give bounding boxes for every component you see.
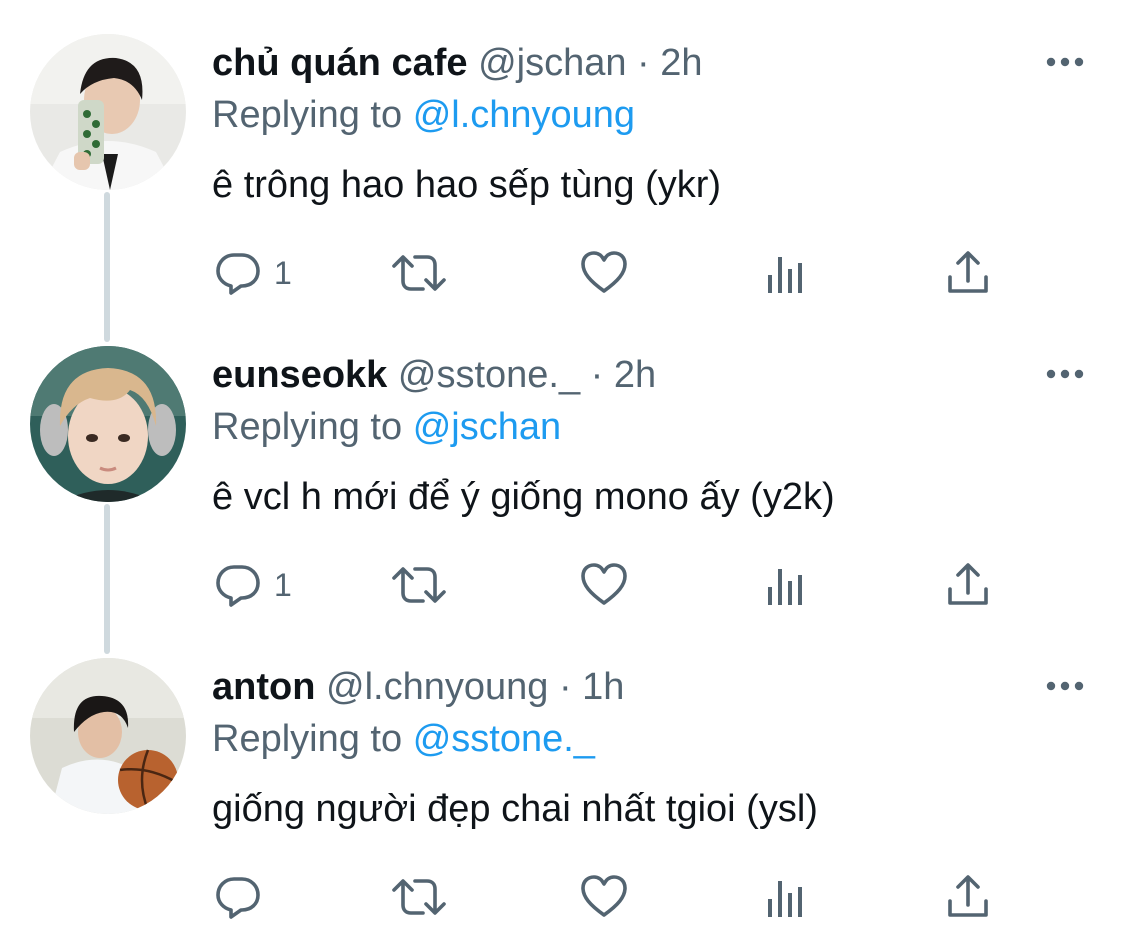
reply-bubble-icon [216, 253, 260, 295]
replying-to-label: Replying to [212, 94, 403, 136]
retweet-icon [392, 567, 446, 603]
retweet-icon [392, 879, 446, 915]
retweet-icon [392, 255, 446, 291]
replying-to-line: Replying to @sstone._ [212, 716, 595, 762]
like-button[interactable] [580, 872, 628, 922]
tweet-text: giống người đẹp chai nhất tgioi (ysl) [212, 788, 818, 830]
replying-to-label: Replying to [212, 718, 403, 760]
tweet-header: eunseokk @sstone._ · 2h [212, 352, 656, 398]
heart-icon [581, 875, 627, 917]
more-horizontal-icon [1046, 681, 1084, 691]
like-button[interactable] [580, 248, 628, 298]
tweet[interactable]: anton @l.chnyoung · 1h Replying to @ssto… [0, 624, 1125, 936]
more-options-button[interactable] [1043, 50, 1087, 74]
views-button[interactable] [764, 872, 808, 922]
more-options-button[interactable] [1043, 362, 1087, 386]
tweet-text: ê trông hao hao sếp tùng (ykr) [212, 164, 722, 206]
tweet-actions: 1 [212, 248, 1012, 298]
share-button[interactable] [944, 872, 992, 922]
share-upload-icon [948, 563, 988, 605]
more-options-button[interactable] [1043, 674, 1087, 698]
display-name[interactable]: anton [212, 666, 315, 708]
reply-count: 1 [274, 254, 292, 291]
avatar[interactable] [30, 658, 186, 814]
timestamp[interactable]: 2h [660, 42, 702, 84]
reply-bubble-icon [216, 877, 260, 919]
heart-icon [581, 563, 627, 605]
user-handle[interactable]: @l.chnyoung [326, 666, 548, 708]
share-upload-icon [948, 251, 988, 293]
separator-dot: · [558, 666, 572, 708]
more-horizontal-icon [1046, 369, 1084, 379]
avatar[interactable] [30, 34, 186, 190]
retweet-button[interactable] [390, 872, 448, 922]
mention-link[interactable]: @jschan [413, 406, 561, 448]
like-button[interactable] [580, 560, 628, 610]
replying-to-line: Replying to @l.chnyoung [212, 92, 635, 138]
tweet-header: anton @l.chnyoung · 1h [212, 664, 624, 710]
display-name[interactable]: chủ quán cafe [212, 42, 468, 84]
views-bar-chart-icon [768, 881, 802, 917]
reply-button[interactable] [214, 872, 274, 922]
separator-dot: · [637, 42, 650, 84]
reply-count: 1 [274, 566, 292, 603]
replying-to-line: Replying to @jschan [212, 404, 561, 450]
share-button[interactable] [944, 560, 992, 610]
mention-link[interactable]: @sstone._ [413, 718, 595, 760]
share-upload-icon [948, 875, 988, 917]
reply-button[interactable]: 1 [214, 560, 292, 610]
tweet[interactable]: eunseokk @sstone._ · 2h Replying to @jsc… [0, 312, 1125, 624]
more-horizontal-icon [1046, 57, 1084, 67]
heart-icon [581, 251, 627, 293]
tweet-actions [212, 872, 1012, 922]
tweet-text: ê vcl h mới để ý giống mono ấy (y2k) [212, 476, 835, 518]
views-bar-chart-icon [768, 569, 802, 605]
reply-button[interactable]: 1 [214, 248, 292, 298]
display-name[interactable]: eunseokk [212, 354, 387, 396]
reply-thread: chủ quán cafe @jschan · 2h Replying to @… [0, 0, 1125, 937]
user-handle[interactable]: @jschan [478, 42, 626, 84]
mention-link[interactable]: @l.chnyoung [413, 94, 635, 136]
views-button[interactable] [764, 560, 808, 610]
tweet-actions: 1 [212, 560, 1012, 610]
tweet[interactable]: chủ quán cafe @jschan · 2h Replying to @… [0, 0, 1125, 312]
timestamp[interactable]: 1h [582, 666, 624, 708]
avatar[interactable] [30, 346, 186, 502]
separator-dot: · [590, 354, 604, 396]
retweet-button[interactable] [390, 560, 448, 610]
retweet-button[interactable] [390, 248, 448, 298]
user-handle[interactable]: @sstone._ [398, 354, 580, 396]
views-button[interactable] [764, 248, 808, 298]
tweet-header: chủ quán cafe @jschan · 2h [212, 40, 703, 86]
replying-to-label: Replying to [212, 406, 403, 448]
views-bar-chart-icon [768, 257, 802, 293]
reply-bubble-icon [216, 565, 260, 607]
share-button[interactable] [944, 248, 992, 298]
timestamp[interactable]: 2h [614, 354, 656, 396]
